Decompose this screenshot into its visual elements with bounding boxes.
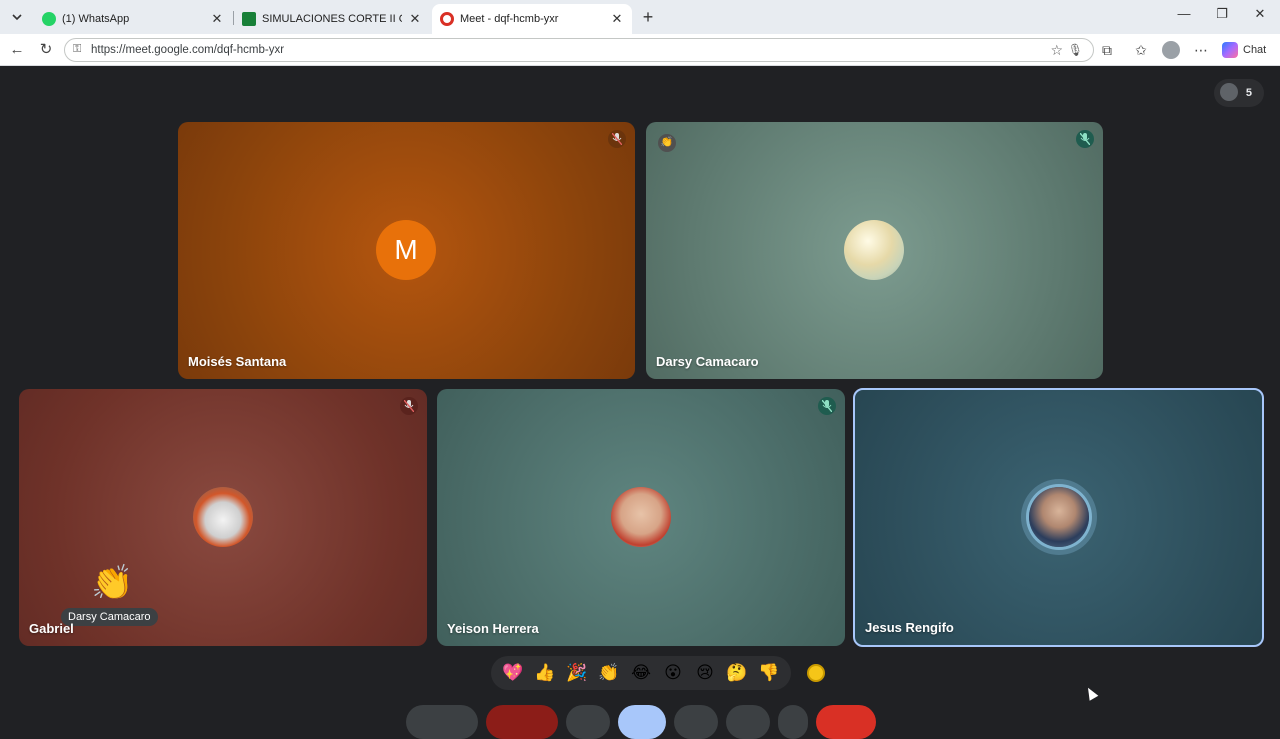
reaction-sender-label: Darsy Camacaro <box>61 608 158 626</box>
url-text: https://meet.google.com/dqf-hcmb-yxr <box>91 44 285 56</box>
close-icon[interactable]: ✕ <box>210 11 224 27</box>
mic-off-icon <box>818 397 836 415</box>
captions-button[interactable] <box>566 705 610 739</box>
tab-strip: (1) WhatsApp ✕ SIMULACIONES CORTE II OCT… <box>0 0 1280 34</box>
close-window-button[interactable]: ✕ <box>1250 6 1270 22</box>
tab-whatsapp[interactable]: (1) WhatsApp ✕ <box>34 4 232 34</box>
more-options-button[interactable] <box>778 705 808 739</box>
site-info-icon[interactable]: ⚿ <box>73 43 81 56</box>
participant-tile[interactable]: 👏 Darsy Camacaro Gabriel <box>19 389 427 646</box>
participant-tile[interactable]: 👏 Darsy Camacaro <box>646 122 1103 379</box>
copilot-icon <box>1222 42 1238 58</box>
raised-hand-icon: 👏 <box>658 134 676 152</box>
close-icon[interactable]: ✕ <box>610 11 624 27</box>
sparkling-heart-reaction-button[interactable]: 💖 <box>500 663 526 683</box>
party-popper-reaction-button[interactable]: 🎉 <box>564 663 590 683</box>
tab-title: Meet - dqf-hcmb-yxr <box>460 13 559 25</box>
sheets-icon <box>242 12 256 26</box>
tab-title: SIMULACIONES CORTE II OCT-FEB <box>262 13 402 25</box>
mic-off-icon <box>1076 130 1094 148</box>
surprised-reaction-button[interactable]: 😮 <box>660 663 686 683</box>
clap-reaction-icon: 👏 <box>91 564 134 602</box>
laughing-reaction-button[interactable]: 😂 <box>628 663 654 683</box>
raise-hand-button[interactable] <box>726 705 770 739</box>
people-icon <box>1220 83 1238 101</box>
tab-meet[interactable]: Meet - dqf-hcmb-yxr ✕ <box>432 4 632 34</box>
avatar: M <box>376 220 436 280</box>
participant-name: Jesus Rengifo <box>865 620 954 635</box>
mic-off-icon <box>608 130 626 148</box>
microphone-icon[interactable]: 🎙 <box>1068 43 1083 57</box>
present-button[interactable] <box>674 705 718 739</box>
participant-name: Darsy Camacaro <box>656 354 759 369</box>
minimize-button[interactable]: — <box>1174 6 1194 21</box>
participant-name: Moisés Santana <box>188 354 287 369</box>
participant-tile[interactable]: Yeison Herrera <box>437 389 845 646</box>
participant-tile-active[interactable]: Jesus Rengifo <box>853 388 1264 647</box>
chat-button[interactable]: Chat <box>1222 40 1266 60</box>
whatsapp-icon <box>42 12 56 26</box>
leave-call-button[interactable] <box>816 705 876 739</box>
sad-reaction-button[interactable]: 😢 <box>692 663 718 683</box>
url-field[interactable]: ⚿ https://meet.google.com/dqf-hcmb-yxr ☆… <box>64 38 1094 62</box>
participant-tile[interactable]: M Moisés Santana <box>178 122 635 379</box>
avatar <box>193 487 253 547</box>
new-tab-button[interactable]: + <box>638 7 658 28</box>
chevron-down-icon <box>12 14 22 21</box>
mouse-cursor <box>1083 685 1099 701</box>
back-icon[interactable]: ← <box>8 41 26 59</box>
address-bar: ← ↻ ⚿ https://meet.google.com/dqf-hcmb-y… <box>0 34 1280 66</box>
participants-button[interactable]: 5 <box>1214 79 1264 107</box>
restore-button[interactable]: ❐ <box>1212 6 1232 22</box>
favorites-icon[interactable]: ✩ <box>1132 42 1150 59</box>
thinking-reaction-button[interactable]: 🤔 <box>724 663 750 683</box>
participant-name: Yeison Herrera <box>447 621 539 636</box>
reactions-bar: 💖 👍 🎉 👏 😂 😮 😢 🤔 👎 <box>491 656 791 690</box>
participant-count: 5 <box>1245 87 1252 99</box>
thumbs-down-reaction-button[interactable]: 👎 <box>756 663 782 683</box>
recording-icon <box>440 12 454 26</box>
camera-button[interactable] <box>486 705 558 739</box>
tab-search-button[interactable] <box>6 6 28 28</box>
extensions-icon[interactable]: ⧉ <box>1098 42 1116 59</box>
profile-avatar[interactable] <box>1162 41 1180 59</box>
tab-simulaciones[interactable]: SIMULACIONES CORTE II OCT-FEB ✕ <box>234 4 430 34</box>
thumbs-up-reaction-button[interactable]: 👍 <box>532 663 558 683</box>
close-icon[interactable]: ✕ <box>408 11 422 27</box>
participant-name: Gabriel <box>29 621 74 636</box>
bottom-controls <box>4 703 1276 739</box>
bookmark-star-icon[interactable]: ☆ <box>1050 42 1063 59</box>
avatar <box>844 220 904 280</box>
clapping-reaction-button[interactable]: 👏 <box>596 663 622 683</box>
more-menu-icon[interactable]: ⋯ <box>1192 42 1210 59</box>
microphone-button[interactable] <box>406 705 478 739</box>
mic-off-icon <box>400 397 418 415</box>
meet-stage: 5 M Moisés Santana 👏 Darsy Camacaro 👏 Da… <box>4 67 1276 739</box>
avatar <box>1029 487 1089 547</box>
chat-label: Chat <box>1243 44 1267 56</box>
reactions-button[interactable] <box>618 705 666 739</box>
reload-icon[interactable]: ↻ <box>37 41 55 59</box>
avatar <box>611 487 671 547</box>
tab-title: (1) WhatsApp <box>62 13 130 25</box>
skin-tone-selector[interactable] <box>807 664 825 682</box>
